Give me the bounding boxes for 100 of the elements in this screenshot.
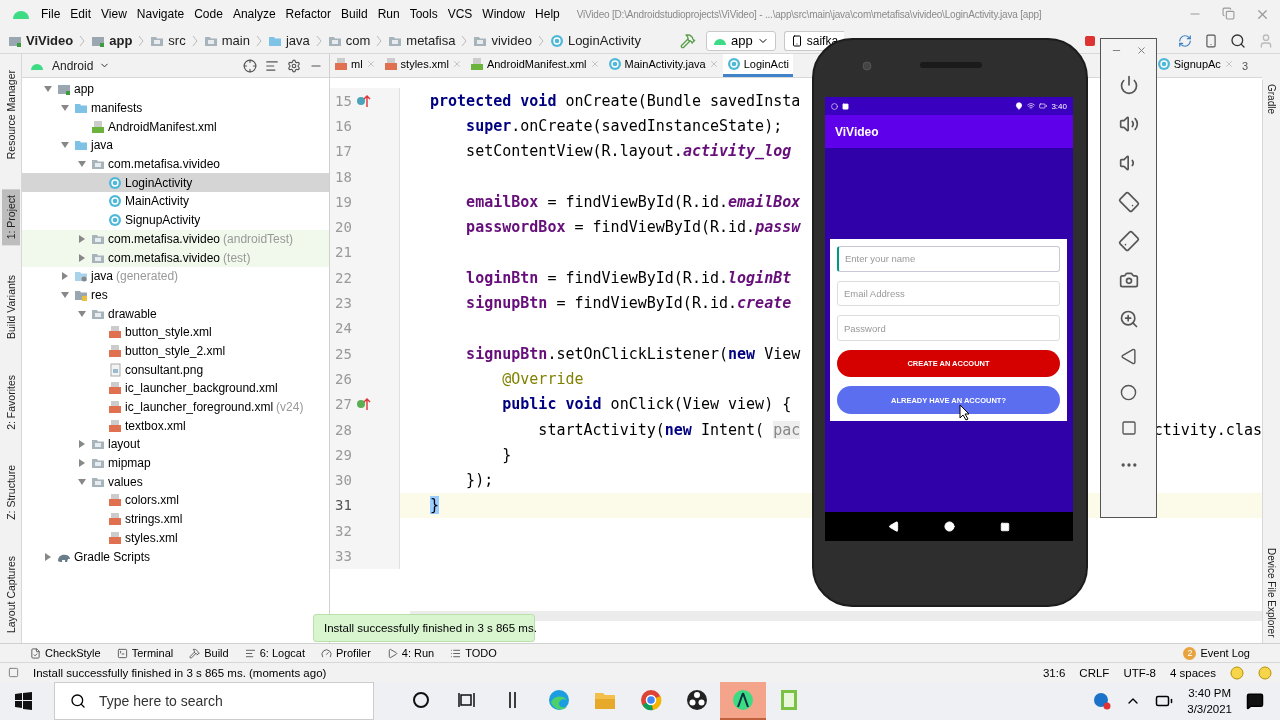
- tree-item[interactable]: java: [22, 136, 329, 155]
- menu-item[interactable]: Window: [477, 7, 531, 21]
- line-ending[interactable]: CRLF: [1079, 666, 1110, 679]
- tree-item[interactable]: mipmap: [22, 453, 329, 473]
- tree-item[interactable]: app: [22, 80, 329, 99]
- tree-item[interactable]: ic_launcher_background.xml: [22, 379, 329, 398]
- view-selector[interactable]: Android: [52, 58, 111, 73]
- tree-item[interactable]: values: [22, 472, 329, 492]
- event-log-button[interactable]: 2 Event Log: [1183, 646, 1250, 660]
- menu-item[interactable]: Build: [335, 7, 373, 21]
- taskbar-search-field[interactable]: Type here to search: [54, 682, 374, 720]
- breadcrumb[interactable]: vivideo: [473, 33, 538, 48]
- tree-item[interactable]: manifests: [22, 98, 329, 118]
- tree-item[interactable]: styles.xml: [22, 528, 329, 548]
- breadcrumb[interactable]: java: [267, 33, 316, 48]
- tree-item[interactable]: drawable: [22, 304, 329, 323]
- tree-item[interactable]: Gradle Scripts: [22, 547, 329, 566]
- tool-window-tab[interactable]: Layout Captures: [1, 549, 20, 639]
- tree-item[interactable]: consultant.png: [22, 360, 329, 379]
- tree-item[interactable]: colors.xml: [22, 491, 329, 510]
- menu-item[interactable]: File: [36, 7, 66, 21]
- breadcrumb[interactable]: com: [327, 33, 377, 48]
- tool-window-button[interactable]: CheckStyle: [30, 647, 101, 659]
- tool-window-tab[interactable]: Device File Explorer: [1266, 547, 1277, 637]
- breadcrumb[interactable]: LoginActivity: [549, 33, 647, 48]
- line-number: 18: [334, 168, 353, 185]
- text-field[interactable]: Email Address: [837, 280, 1060, 307]
- tree-item[interactable]: SignupActivity: [22, 210, 329, 230]
- indent-setting[interactable]: 4 spaces: [1169, 666, 1216, 679]
- tool-window-button[interactable]: Profiler: [320, 647, 371, 659]
- file-encoding[interactable]: UTF-8: [1123, 666, 1156, 679]
- tool-window-tab[interactable]: Z: Structure: [1, 459, 20, 527]
- line-number: 16: [334, 117, 353, 134]
- code-line: loginBtn = findViewById(R.id.loginBt: [465, 268, 792, 287]
- tool-window-tab[interactable]: Build Variants: [1, 269, 20, 346]
- tab-overflow-count[interactable]: 3: [1237, 54, 1252, 77]
- line-number: 26: [334, 370, 353, 387]
- tool-window-button[interactable]: Build: [189, 647, 229, 659]
- taskbar-clock[interactable]: 3:40 PM 3/3/2021: [1187, 685, 1232, 717]
- breadcrumb[interactable]: main: [203, 33, 256, 48]
- menu-item[interactable]: Edit: [65, 7, 97, 21]
- tool-window-button[interactable]: 4: Run: [386, 647, 435, 659]
- editor-tab[interactable]: MainActivity.java: [603, 54, 723, 77]
- tree-item[interactable]: java (generated): [22, 266, 329, 286]
- tool-window-button[interactable]: 6: Logcat: [244, 647, 305, 659]
- breadcrumb[interactable]: ViVideo: [8, 33, 80, 48]
- tool-window-tab[interactable]: Resource Manager: [1, 64, 20, 166]
- tree-item[interactable]: layout: [22, 435, 329, 454]
- tree-item[interactable]: ic_launcher_foreground.xml (v24): [22, 397, 329, 417]
- tool-window-button[interactable]: Terminal: [116, 647, 174, 659]
- tree-item[interactable]: button_style_2.xml: [22, 341, 329, 361]
- tree-item[interactable]: button_style.xml: [22, 322, 329, 342]
- line-number: 20: [334, 219, 353, 236]
- editor-tab[interactable]: LoginActi: [722, 54, 793, 77]
- line-number: 23: [334, 295, 353, 311]
- text-field[interactable]: Password: [837, 315, 1060, 341]
- line-number: 29: [334, 446, 353, 463]
- tree-item[interactable]: textbox.xml: [22, 416, 329, 436]
- tool-window-tab[interactable]: 2: Favorites: [1, 368, 20, 436]
- menu-item[interactable]: Refactor: [280, 7, 336, 21]
- code-line: super.onCreate(savedInstanceState);: [465, 116, 783, 135]
- menu-item[interactable]: Navigate: [131, 7, 190, 21]
- editor-tab[interactable]: AndroidManifest.xml: [465, 54, 604, 77]
- breadcrumb[interactable]: metafisa: [388, 33, 462, 48]
- menu-item[interactable]: Code: [189, 7, 228, 21]
- tree-item[interactable]: com.metafisa.vivideo: [22, 154, 329, 174]
- code-line: }: [501, 445, 512, 464]
- line-number: 17: [334, 143, 353, 160]
- breadcrumb[interactable]: src: [150, 33, 192, 48]
- tree-item[interactable]: LoginActivity: [22, 173, 329, 193]
- breadcrumb[interactable]: app: [91, 33, 139, 48]
- code-line: ctivity.clas: [1153, 420, 1262, 439]
- code-line: public void onClick(View view) {: [501, 395, 792, 414]
- tool-window-tab[interactable]: 1: Project: [1, 189, 20, 246]
- code-line: protected void onCreate(Bundle savedInsta: [430, 91, 801, 110]
- menu-item[interactable]: Tools: [404, 7, 443, 21]
- editor-tab[interactable]: styles.xml: [379, 54, 466, 77]
- run-config-dropdown[interactable]: app: [706, 30, 776, 51]
- menu-item[interactable]: Help: [530, 7, 565, 21]
- tool-window-tab[interactable]: Gradle: [1266, 84, 1277, 114]
- notification-toast: Install successfully finished in 3 s 865 ms.: [313, 614, 535, 642]
- tree-item[interactable]: MainActivity: [22, 192, 329, 211]
- caret-position[interactable]: 31:6: [1042, 666, 1066, 679]
- editor-tab[interactable]: ml: [330, 54, 380, 77]
- editor-tab[interactable]: SignupAc: [1152, 54, 1238, 77]
- code-line: signupBtn = findViewById(R.id.create: [465, 294, 792, 312]
- text-field[interactable]: Enter your name: [837, 246, 1060, 272]
- tool-window-button[interactable]: TODO: [450, 647, 497, 659]
- menu-item[interactable]: VCS: [442, 7, 478, 21]
- tree-item[interactable]: com.metafisa.vivideo (androidTest): [22, 229, 329, 249]
- tree-item[interactable]: com.metafisa.vivideo (test): [22, 248, 329, 267]
- app-title: ViVideo: [835, 124, 879, 139]
- line-number: 27: [334, 396, 353, 413]
- tree-item[interactable]: res: [22, 285, 329, 305]
- menu-item[interactable]: Run: [372, 7, 405, 21]
- menu-item[interactable]: View: [96, 7, 132, 21]
- tree-item[interactable]: AndroidManifest.xml: [22, 117, 329, 137]
- menu-item[interactable]: Analyze: [227, 7, 281, 21]
- window-title: ViVideo [D:\Androidstudioprojects\ViVideo] - ...\app\src\main\java\com\metafisa\vivideo\LoginActivity.java [app]: [576, 8, 1042, 20]
- tree-item[interactable]: strings.xml: [22, 509, 329, 529]
